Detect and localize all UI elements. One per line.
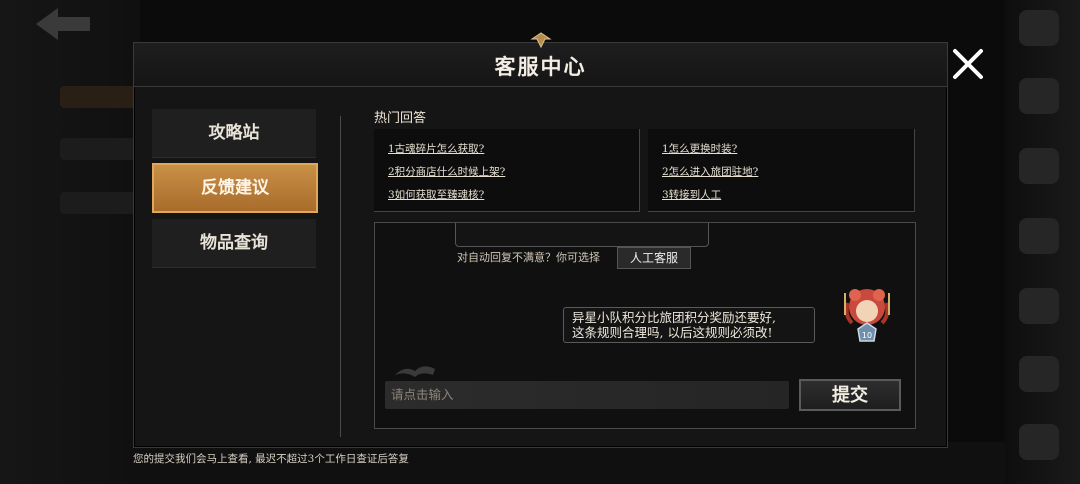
footer-notice: 您的提交我们会马上查看, 最迟不超过3个工作日查证后答复 — [133, 453, 409, 465]
faq-link[interactable]: 3如何获取至臻魂核? — [388, 187, 639, 202]
background-left-panel — [0, 0, 140, 484]
background-tab — [60, 86, 140, 108]
close-icon[interactable] — [948, 44, 988, 84]
menu-item-feedback[interactable]: 反馈建议 — [152, 163, 318, 213]
background-icon — [1019, 218, 1059, 254]
customer-service-dialog: 客服中心 攻略站 反馈建议 物品查询 热门回答 1古魂碎片怎么获取? 2积分商店… — [133, 32, 948, 448]
faq-title: 热门回答 — [374, 111, 427, 126]
ornament-icon — [529, 32, 552, 49]
background-icon — [1019, 148, 1059, 184]
faq-link[interactable]: 1怎么更换时装? — [662, 141, 914, 156]
avatar-level: 10 — [862, 331, 872, 340]
back-arrow-icon — [36, 8, 90, 40]
background-right-panel — [1005, 0, 1080, 484]
user-message-bubble: 异星小队积分比旅团积分奖励还要好, 这条规则合理吗, 以后这规则必须改! — [563, 307, 815, 343]
faq-link[interactable]: 2积分商店什么时候上架? — [388, 164, 639, 179]
message-input[interactable]: 请点击输入 — [385, 381, 789, 409]
menu-item-guide[interactable]: 攻略站 — [152, 109, 316, 158]
background-icon — [1019, 288, 1059, 324]
previous-message-bubble — [455, 223, 709, 247]
submit-button[interactable]: 提交 — [799, 379, 901, 411]
faq-panel-right: 1怎么更换时装? 2怎么进入旅团驻地? 3转接到人工 — [648, 129, 915, 212]
faq-link[interactable]: 1古魂碎片怎么获取? — [388, 141, 639, 156]
human-service-button[interactable]: 人工客服 — [617, 247, 691, 269]
background-tab — [60, 138, 140, 160]
chat-panel: 对自动回复不满意？你可选择 人工客服 异星小队积分比旅团积分奖励还要好, 这条规… — [374, 222, 916, 429]
background-icon — [1019, 10, 1059, 46]
user-message-line: 异星小队积分比旅团积分奖励还要好, — [572, 310, 776, 325]
user-avatar-icon: 10 — [844, 289, 890, 342]
user-message-line: 这条规则合理吗, 以后这规则必须改! — [572, 325, 773, 340]
dialog-title-bar: 客服中心 — [134, 32, 947, 87]
faq-link[interactable]: 2怎么进入旅团驻地? — [662, 164, 914, 179]
menu-item-item-query[interactable]: 物品查询 — [152, 219, 316, 268]
faq-link[interactable]: 3转接到人工 — [662, 187, 914, 202]
faq-panel-left: 1古魂碎片怎么获取? 2积分商店什么时候上架? 3如何获取至臻魂核? — [374, 129, 640, 212]
background-icon — [1019, 78, 1059, 114]
background-tab — [60, 192, 140, 214]
dialog-title: 客服中心 — [494, 54, 587, 79]
auto-reply-prompt: 对自动回复不满意？你可选择 — [457, 251, 600, 264]
ornament-icon — [395, 366, 435, 377]
background-icon — [1019, 424, 1059, 460]
vertical-divider — [340, 116, 341, 437]
background-icon — [1019, 356, 1059, 392]
